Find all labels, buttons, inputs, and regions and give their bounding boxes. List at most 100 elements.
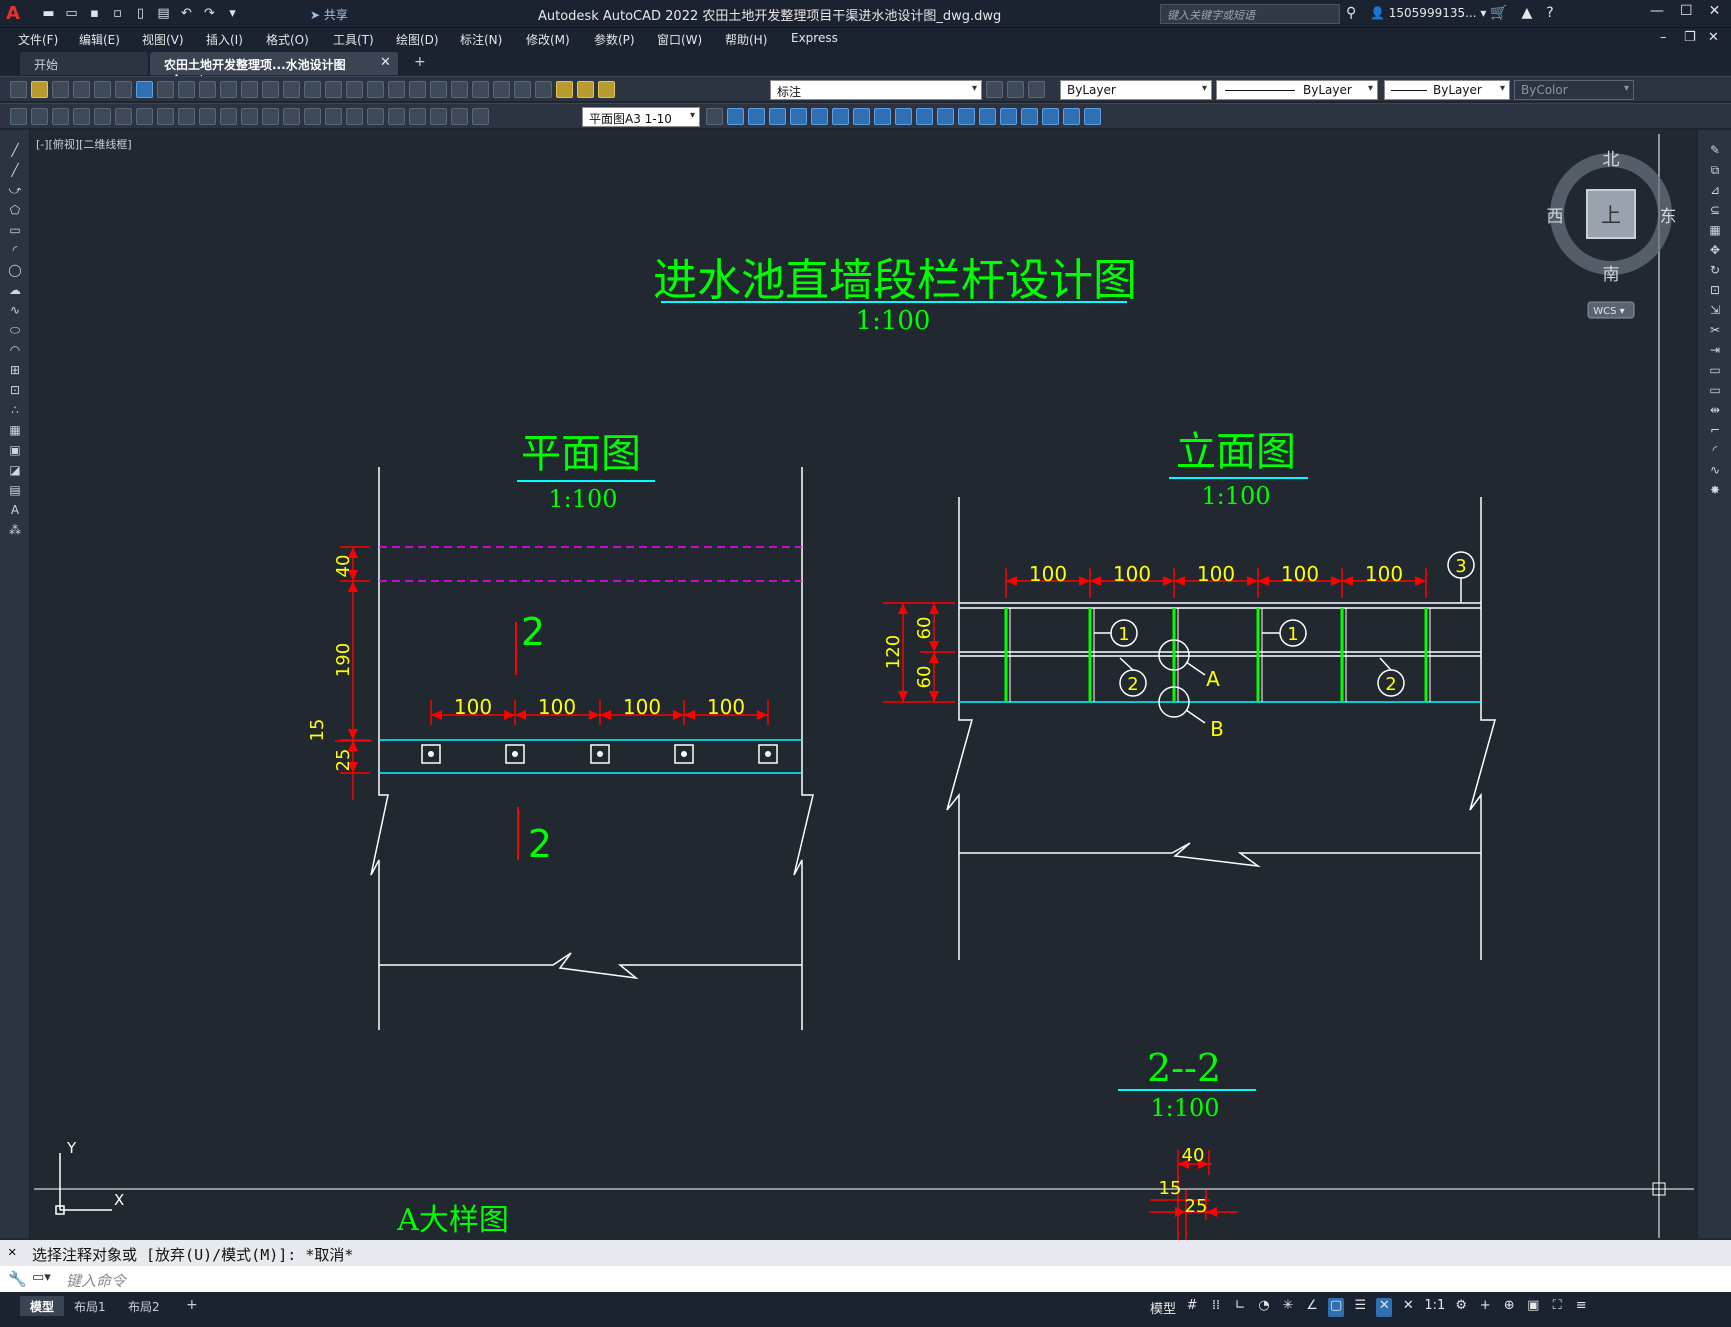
layer-previous-icon[interactable] xyxy=(1007,81,1024,98)
rectangle-icon[interactable]: ▭ xyxy=(7,222,23,238)
qselect-icon[interactable] xyxy=(52,108,69,125)
ortho-icon[interactable]: ∟ xyxy=(1232,1298,1248,1317)
grid-icon[interactable]: # xyxy=(1184,1298,1200,1317)
publish-icon[interactable] xyxy=(115,81,132,98)
menu-draw[interactable]: 绘图(D) xyxy=(396,31,439,48)
subtract-icon[interactable] xyxy=(1042,108,1059,125)
sweep-icon[interactable] xyxy=(958,108,975,125)
linear-dim-icon[interactable] xyxy=(73,108,90,125)
lineweight-icon[interactable]: ☰ xyxy=(1352,1298,1368,1317)
new-tab-icon[interactable]: + xyxy=(414,54,426,70)
polygon-icon[interactable]: ⬠ xyxy=(7,202,23,218)
3d-print-icon[interactable] xyxy=(136,81,153,98)
auto-scale-icon[interactable]: ✕ xyxy=(1400,1298,1416,1317)
mirror-icon[interactable]: ⊿ xyxy=(1707,182,1723,198)
pyramid-icon[interactable] xyxy=(853,108,870,125)
annotation-scale[interactable]: 1:1 xyxy=(1424,1298,1445,1317)
sheet-set-icon[interactable] xyxy=(451,81,468,98)
pan-icon[interactable] xyxy=(304,81,321,98)
blend-icon[interactable]: ∿ xyxy=(1707,462,1723,478)
torus-icon[interactable] xyxy=(832,108,849,125)
zoom-previous-icon[interactable] xyxy=(367,81,384,98)
dim-edit-icon[interactable] xyxy=(430,108,447,125)
customize-icon[interactable]: ≡ xyxy=(1573,1298,1589,1317)
save-icon[interactable] xyxy=(52,81,69,98)
dim-update-icon[interactable] xyxy=(472,108,489,125)
extend-icon[interactable]: ⇥ xyxy=(1707,342,1723,358)
explode-icon[interactable]: ✸ xyxy=(1707,482,1723,498)
menu-view[interactable]: 视图(V) xyxy=(142,31,184,48)
insert-block-icon[interactable]: ⊞ xyxy=(7,362,23,378)
minimize-icon[interactable]: — xyxy=(1650,3,1664,19)
clean-screen-icon[interactable]: ⛶ xyxy=(1549,1298,1565,1317)
dimstyle-select[interactable]: 平面图A3 1-10 ▾ xyxy=(582,107,700,127)
object-snap-tracking-icon[interactable]: ∠ xyxy=(1304,1298,1320,1317)
user-account[interactable]: 👤 1505999135... ▾ xyxy=(1370,6,1486,20)
tab-layout1[interactable]: 布局1 xyxy=(64,1296,116,1316)
gradient-icon[interactable]: ▣ xyxy=(7,442,23,458)
quick-dim-icon[interactable] xyxy=(241,108,258,125)
menu-express[interactable]: Express xyxy=(791,31,838,45)
arc-length-icon[interactable] xyxy=(115,108,132,125)
polar-icon[interactable]: ◔ xyxy=(1256,1298,1272,1317)
object-snap-icon[interactable]: ▢ xyxy=(1328,1298,1345,1317)
design-center-icon[interactable] xyxy=(409,81,426,98)
diameter-dim-icon[interactable] xyxy=(199,108,216,125)
properties-icon[interactable] xyxy=(388,81,405,98)
presspull-icon[interactable] xyxy=(937,108,954,125)
break-icon[interactable]: ▭ xyxy=(1707,382,1723,398)
construction-line-icon[interactable]: ╱ xyxy=(7,162,23,178)
wedge-icon[interactable] xyxy=(748,108,765,125)
command-close-icon[interactable]: ✕ xyxy=(8,1244,16,1260)
layer-tools-icon[interactable] xyxy=(31,108,48,125)
array-icon[interactable]: ▦ xyxy=(1707,222,1723,238)
intersect-icon[interactable] xyxy=(1063,108,1080,125)
menu-dimension[interactable]: 标注(N) xyxy=(460,31,502,48)
autodesk-icon[interactable]: ▲ xyxy=(1521,5,1532,21)
markup-icon[interactable] xyxy=(472,81,489,98)
chamfer-icon[interactable]: ⌐ xyxy=(1707,422,1723,438)
layer-properties-icon[interactable] xyxy=(535,81,552,98)
hardware-acceleration-icon[interactable]: ▣ xyxy=(1525,1298,1541,1317)
plot-icon[interactable] xyxy=(73,81,90,98)
planar-surface-icon[interactable] xyxy=(895,108,912,125)
scale-icon[interactable]: ⊡ xyxy=(1707,282,1723,298)
loft-icon[interactable] xyxy=(1000,108,1017,125)
zoom-realtime-icon[interactable] xyxy=(325,81,342,98)
layer-lock-icon[interactable] xyxy=(598,81,615,98)
drawing-canvas[interactable] xyxy=(31,130,1696,1238)
match-properties-icon[interactable] xyxy=(220,81,237,98)
add-selected-icon[interactable]: ⁂ xyxy=(7,522,23,538)
linetype-select[interactable]: ByLayer ▾ xyxy=(1216,80,1378,100)
save-as-icon[interactable]: ▫ xyxy=(109,6,126,22)
ellipse-arc-icon[interactable]: ◠ xyxy=(7,342,23,358)
add-layout-icon[interactable]: + xyxy=(176,1295,208,1315)
dim-style-icon[interactable] xyxy=(706,108,723,125)
baseline-dim-icon[interactable] xyxy=(262,108,279,125)
copy-icon[interactable]: ⧉ xyxy=(1707,162,1723,178)
isodraft-icon[interactable]: ✳ xyxy=(1280,1298,1296,1317)
wrench-icon[interactable]: 🔧 xyxy=(8,1270,27,1288)
undo-icon[interactable] xyxy=(262,81,279,98)
annotation-visibility-icon[interactable]: ✕ xyxy=(1376,1298,1393,1317)
share-button[interactable]: ➤ 共享 xyxy=(310,6,348,23)
radius-dim-icon[interactable] xyxy=(157,108,174,125)
break-at-point-icon[interactable]: ▭ xyxy=(1707,362,1723,378)
menu-modify[interactable]: 修改(M) xyxy=(526,31,570,48)
rotate-icon[interactable]: ↻ xyxy=(1707,262,1723,278)
isolate-icon[interactable]: ⊕ xyxy=(1501,1298,1517,1317)
redo-icon[interactable] xyxy=(283,81,300,98)
dim-break-icon[interactable] xyxy=(325,108,342,125)
sphere-icon[interactable] xyxy=(790,108,807,125)
offset-icon[interactable]: ⊆ xyxy=(1707,202,1723,218)
box-icon[interactable] xyxy=(727,108,744,125)
preview-icon[interactable] xyxy=(94,81,111,98)
spline-icon[interactable]: ∿ xyxy=(7,302,23,318)
3d-move-icon[interactable] xyxy=(1084,108,1101,125)
layer-on-icon[interactable] xyxy=(556,81,573,98)
plus-icon[interactable]: + xyxy=(1477,1298,1493,1317)
open-icon[interactable] xyxy=(31,81,48,98)
tab-layout2[interactable]: 布局2 xyxy=(118,1296,170,1316)
model-space-button[interactable]: 模型 xyxy=(1150,1298,1176,1317)
make-current-icon[interactable] xyxy=(986,81,1003,98)
